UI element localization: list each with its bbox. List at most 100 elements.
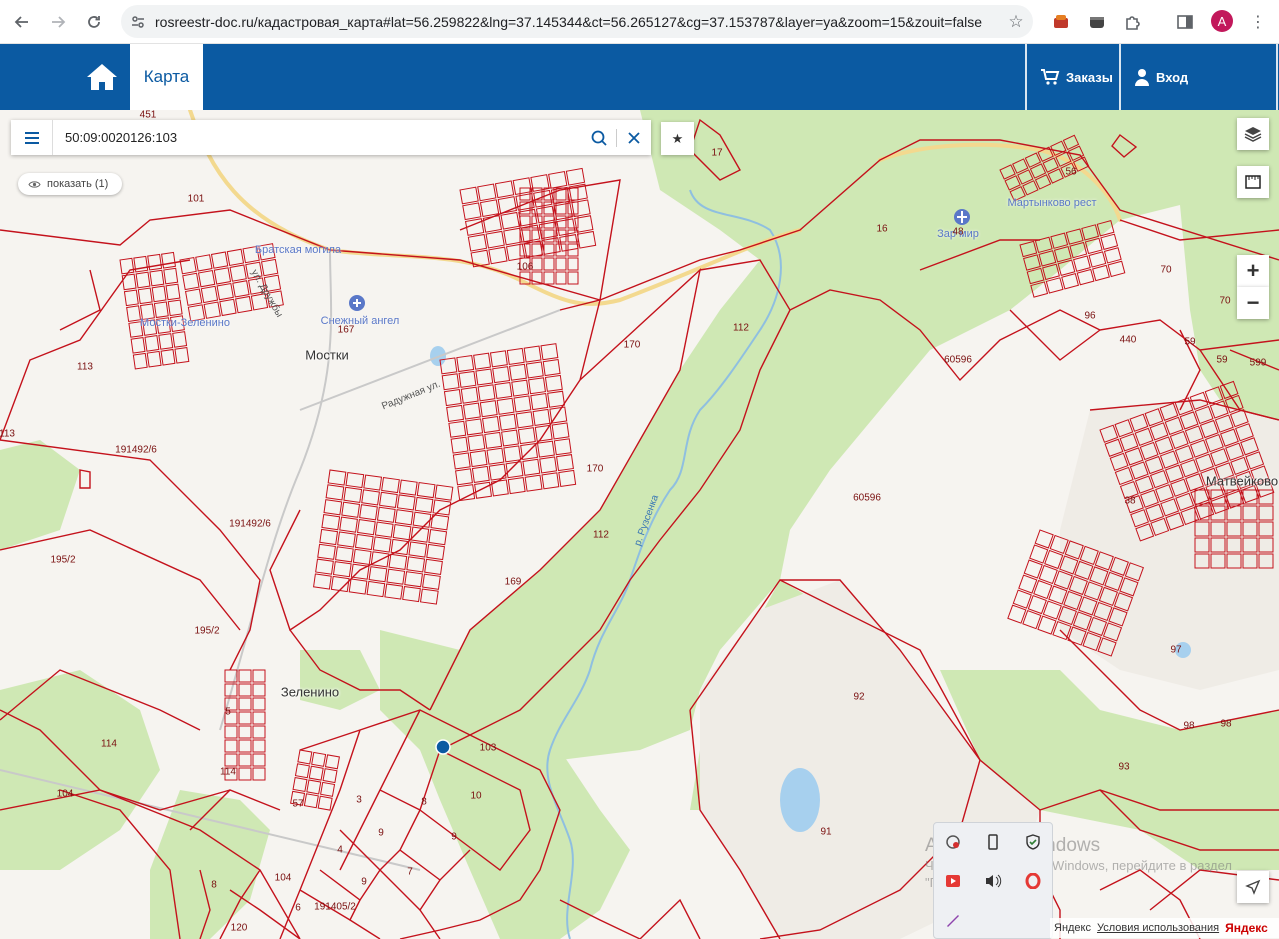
- forward-button[interactable]: [44, 8, 72, 36]
- lot-parcel: [252, 669, 266, 683]
- lot-parcel: [512, 177, 532, 195]
- lot-parcel: [551, 422, 570, 440]
- address-bar[interactable]: rosreestr-doc.ru/кадастровая_карта#lat=5…: [121, 5, 1033, 38]
- lot-parcel: [542, 358, 561, 377]
- parcel-number-label: 16: [876, 223, 888, 235]
- parcel-number-label: 8: [421, 796, 427, 808]
- browser-toolbar: rosreestr-doc.ru/кадастровая_карта#lat=5…: [0, 0, 1279, 44]
- lot-parcel: [477, 183, 497, 202]
- lot-parcel: [238, 753, 252, 767]
- favorite-button[interactable]: ★: [661, 122, 694, 155]
- layers-icon: [1244, 127, 1262, 142]
- bookmark-star-icon[interactable]: ☆: [999, 12, 1033, 32]
- place-label: Мостки: [305, 347, 349, 363]
- yandex-logo[interactable]: Яндекс: [1225, 921, 1268, 935]
- lot-parcel: [517, 427, 536, 445]
- more-menu-icon[interactable]: ⋮: [1246, 10, 1270, 34]
- lot-parcel: [1012, 589, 1032, 609]
- layers-button[interactable]: [1237, 118, 1269, 150]
- terms-link[interactable]: Условия использования: [1097, 922, 1219, 934]
- pen-icon[interactable]: [942, 909, 964, 931]
- lot-parcel: [161, 251, 176, 269]
- lot-parcel: [559, 234, 579, 252]
- login-button[interactable]: Вход: [1134, 44, 1188, 110]
- lot-parcel: [479, 400, 498, 418]
- zoom-out-button[interactable]: −: [1237, 287, 1269, 319]
- lot-parcel: [126, 305, 142, 322]
- lot-parcel: [541, 472, 560, 490]
- orders-button[interactable]: Заказы: [1040, 44, 1113, 110]
- parcel-number-label: 38: [1124, 495, 1136, 507]
- lot-parcel: [297, 749, 313, 765]
- lot-parcel: [396, 494, 416, 511]
- puzzle-icon[interactable]: [1121, 10, 1145, 34]
- url-text[interactable]: rosreestr-doc.ru/кадастровая_карта#lat=5…: [155, 14, 999, 30]
- lot-parcel: [197, 269, 216, 288]
- search-button[interactable]: [582, 130, 616, 146]
- lot-parcel: [252, 683, 266, 697]
- lot-parcel: [133, 255, 149, 273]
- cloud-sync-icon[interactable]: [942, 831, 964, 853]
- lot-parcel: [172, 331, 188, 348]
- lot-parcel: [567, 271, 579, 285]
- copyright-text: Яндекс: [1054, 922, 1091, 934]
- lot-parcel: [424, 558, 443, 575]
- ruler-icon: [1245, 175, 1261, 189]
- home-button[interactable]: [76, 44, 128, 110]
- cadastral-map[interactable]: Мостки Зеленино Матвейково Братская моги…: [0, 110, 1279, 939]
- selected-parcel-marker[interactable]: [435, 739, 451, 755]
- lot-parcel: [1029, 544, 1049, 564]
- parcel-number-label: 104: [274, 872, 292, 884]
- lot-parcel: [458, 370, 477, 388]
- lot-parcel: [398, 479, 418, 496]
- parcel-number-label: 114: [220, 766, 236, 778]
- parcel-number-label: 97: [1170, 644, 1182, 656]
- usb-icon[interactable]: [982, 831, 1004, 853]
- lot-parcel: [511, 379, 530, 397]
- lot-parcel: [555, 271, 567, 285]
- lot-parcel: [224, 725, 238, 739]
- parcel-number-label: 3: [356, 794, 362, 806]
- lot-parcel: [408, 541, 428, 558]
- lot-parcel: [419, 588, 439, 605]
- lot-parcel: [238, 697, 252, 711]
- airfield-icon[interactable]: [952, 207, 972, 227]
- ruler-button[interactable]: [1237, 166, 1269, 198]
- lot-parcel: [144, 335, 160, 352]
- reload-button[interactable]: [80, 8, 108, 36]
- opera-icon[interactable]: [1022, 870, 1044, 892]
- lot-parcel: [467, 434, 486, 452]
- lot-parcel: [402, 585, 421, 603]
- lot-parcel: [252, 697, 266, 711]
- lot-parcel: [485, 230, 505, 249]
- video-app-icon[interactable]: [942, 870, 964, 892]
- site-info-icon[interactable]: [121, 14, 155, 30]
- show-results-chip[interactable]: показать (1): [18, 173, 123, 195]
- lot-parcel: [486, 447, 505, 465]
- parcel-number-label: 96: [1084, 310, 1096, 322]
- parcel-number-label: 169: [504, 576, 522, 588]
- profile-avatar[interactable]: A: [1211, 10, 1233, 32]
- speaker-icon[interactable]: [982, 870, 1004, 892]
- parcel-number-label: 112: [733, 322, 749, 334]
- lot-parcel: [498, 413, 517, 431]
- extension-icon[interactable]: [1085, 10, 1109, 34]
- lot-parcel: [455, 468, 473, 486]
- shield-icon[interactable]: [1022, 831, 1044, 853]
- sidepanel-icon[interactable]: [1173, 10, 1197, 34]
- lot-parcel: [496, 397, 515, 415]
- poi-pin-icon[interactable]: [347, 293, 367, 313]
- extension-icon[interactable]: [1049, 10, 1073, 34]
- search-input[interactable]: 50:09:0020126:103: [53, 130, 582, 145]
- tab-map[interactable]: Карта: [130, 44, 203, 110]
- eye-icon: [28, 180, 41, 188]
- lot-parcel: [474, 481, 493, 499]
- back-button[interactable]: [8, 8, 36, 36]
- menu-button[interactable]: [11, 120, 53, 155]
- zoom-in-button[interactable]: +: [1237, 255, 1269, 287]
- clear-button[interactable]: [617, 131, 651, 144]
- lot-parcel: [448, 420, 467, 438]
- parcel-number-label: 98: [1183, 720, 1195, 732]
- header-divider: [1276, 44, 1278, 110]
- parcel-number-label: 60596: [853, 492, 881, 504]
